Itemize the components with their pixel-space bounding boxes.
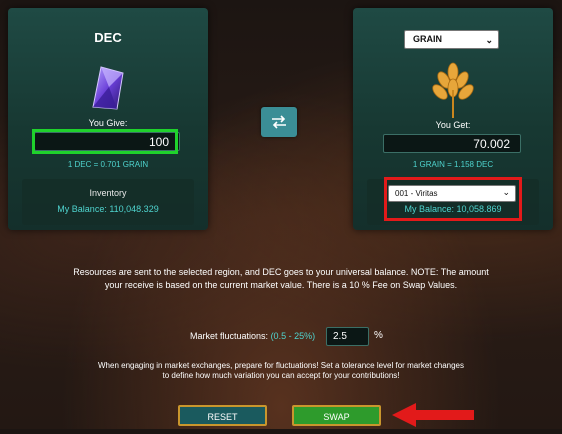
get-amount-field: 70.002 [383, 134, 521, 153]
dec-crystal-icon [8, 63, 208, 120]
fluctuations-label: Market fluctuations: (0.5 - 25%) [190, 331, 315, 341]
info-text: Resources are sent to the selected regio… [73, 267, 489, 290]
fluctuations-input[interactable]: 2.5 [326, 327, 369, 346]
get-rate: 1 GRAIN = 1.158 DEC [412, 160, 494, 169]
note-text: When engaging in market exchanges, prepa… [98, 361, 464, 380]
fluctuations-range: (0.5 - 25%) [270, 331, 316, 341]
give-rate: 1 DEC = 0.701 GRAIN [67, 160, 149, 169]
red-arrow-icon [392, 401, 478, 434]
give-panel: DEC You Give: 100 1 DEC = 0.701 GRAIN In… [8, 8, 208, 230]
grain-wheat-icon [353, 60, 553, 125]
swap-button[interactable]: SWAP [292, 405, 381, 426]
fluctuations-label-text: Market fluctuations: [190, 331, 269, 341]
left-balance: My Balance: 110,048.329 [57, 204, 159, 214]
chevron-down-icon: ⌄ [485, 35, 493, 45]
inventory-title: Inventory [89, 188, 127, 198]
swap-arrows-icon[interactable] [261, 107, 297, 137]
resource-select-value: GRAIN [413, 34, 442, 44]
reset-button[interactable]: RESET [178, 405, 267, 426]
fluctuations-unit: % [374, 330, 383, 341]
resource-select[interactable]: GRAIN ⌄ [404, 30, 499, 49]
get-label: You Get: [435, 120, 471, 130]
give-label: You Give: [88, 118, 128, 128]
give-title: DEC [94, 30, 122, 45]
inventory-box: Inventory My Balance: 110,048.329 [22, 179, 194, 225]
give-highlight [32, 129, 178, 154]
region-highlight [384, 177, 522, 221]
